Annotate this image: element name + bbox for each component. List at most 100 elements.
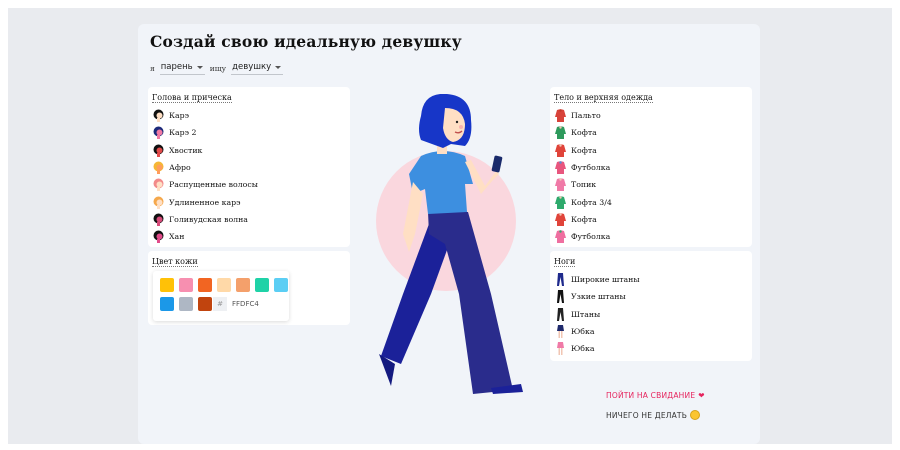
cheek — [459, 125, 463, 129]
sweater-red-2-icon — [554, 213, 567, 226]
color-swatch[interactable] — [179, 297, 193, 311]
do-nothing-button[interactable]: НИЧЕГО НЕ ДЕЛАТЬ — [606, 410, 701, 420]
list-item-label: Юбка — [571, 327, 595, 337]
list-item[interactable]: Топик — [554, 176, 612, 193]
head-panel: Голова и прическа Карэ Карэ 2 Хвостик Афро Р… — [148, 87, 350, 247]
color-swatch[interactable] — [217, 278, 231, 292]
list-item[interactable]: Штаны — [554, 306, 640, 323]
hex-input[interactable]: # FFDFC4 — [213, 297, 283, 311]
target-select-value: девушку — [232, 62, 272, 72]
skirt-2-icon — [554, 342, 567, 356]
pants-icon — [554, 307, 567, 321]
list-item[interactable]: Кофта — [554, 124, 612, 141]
go-on-date-label: ПОЙТИ НА СВИДАНИЕ — [606, 391, 696, 400]
color-swatch[interactable] — [198, 297, 212, 311]
list-item-label: Афро — [169, 163, 191, 173]
list-item-label: Широкие штаны — [571, 275, 640, 285]
body-panel: Тело и верхняя одежда Пальто Кофта Кофта Фу… — [550, 87, 752, 247]
filter-prefix: я — [150, 64, 155, 73]
list-item[interactable]: Кофта — [554, 142, 612, 159]
hash-label: # — [213, 297, 227, 311]
legs-panel: Ноги Широкие штаны Узкие штаны Штаны Юбка Юб… — [550, 251, 752, 361]
skinny-pants-icon — [554, 290, 567, 304]
list-item-label: Кофта 3/4 — [571, 197, 612, 207]
color-swatch[interactable] — [198, 278, 212, 292]
ponytail-icon — [152, 144, 165, 157]
legs-panel-title[interactable]: Ноги — [554, 257, 576, 267]
body-panel-title[interactable]: Тело и верхняя одежда — [554, 93, 653, 103]
list-item[interactable]: Кофта 3/4 — [554, 193, 612, 210]
list-item[interactable]: Карэ — [152, 107, 258, 124]
list-item-label: Узкие штаны — [571, 292, 626, 302]
list-item-label: Карэ — [169, 111, 190, 121]
head-items-list: Карэ Карэ 2 Хвостик Афро Распущенные волосы У… — [152, 107, 258, 245]
color-swatch[interactable] — [160, 278, 174, 292]
list-item-label: Футболка — [571, 232, 611, 242]
list-item[interactable]: Юбка — [554, 340, 640, 357]
hair-bob-icon — [152, 109, 165, 123]
filter-mid: ищу — [209, 64, 227, 73]
list-item[interactable]: Распущенные волосы — [152, 176, 258, 193]
list-item[interactable]: Юбка — [554, 323, 640, 340]
do-nothing-label: НИЧЕГО НЕ ДЕЛАТЬ — [606, 410, 688, 420]
list-item[interactable]: Пальто — [554, 107, 612, 124]
list-item[interactable]: Голивудская волна — [152, 211, 258, 228]
list-item[interactable]: Карэ 2 — [152, 124, 258, 141]
long-bob-icon — [152, 196, 165, 209]
sweater-icon — [554, 126, 567, 140]
list-item-label: Юбка — [571, 344, 595, 354]
page-background: Создай свою идеальную девушку я парень и… — [8, 8, 892, 444]
list-item-label: Голивудская волна — [169, 214, 248, 224]
list-item[interactable]: Афро — [152, 159, 258, 176]
color-picker: # FFDFC4 — [153, 271, 289, 321]
list-item-label: Кофта — [571, 128, 597, 138]
list-item[interactable]: Узкие штаны — [554, 288, 640, 305]
list-item-label: Кофта — [571, 145, 597, 155]
color-swatch[interactable] — [160, 297, 174, 311]
tshirt-icon — [554, 161, 567, 175]
loose-hair-icon — [152, 178, 165, 192]
color-swatch[interactable] — [255, 278, 269, 292]
list-item-label: Хан — [169, 232, 185, 242]
eye — [455, 120, 459, 124]
color-swatch[interactable] — [236, 278, 250, 292]
go-on-date-button[interactable]: ПОЙТИ НА СВИДАНИЕ ❤ — [606, 391, 705, 400]
afro-icon — [152, 161, 165, 175]
phone — [491, 155, 503, 173]
chevron-down-icon — [196, 65, 203, 69]
head-panel-title[interactable]: Голова и прическа — [152, 93, 232, 103]
gender-select-value: парень — [160, 62, 193, 72]
list-item[interactable]: Хвостик — [152, 142, 258, 159]
list-item-label: Кофта — [571, 214, 597, 224]
wide-pants-icon — [554, 273, 567, 287]
target-select[interactable]: девушку — [231, 62, 284, 75]
top-icon — [554, 178, 567, 192]
list-item[interactable]: Хан — [152, 228, 258, 245]
body-items-list: Пальто Кофта Кофта Футболка Топик Кофта 3/4 Ко… — [554, 107, 612, 245]
color-swatch[interactable] — [179, 278, 193, 292]
hair-bob-2-icon — [152, 126, 165, 140]
hollywood-wave-icon — [152, 213, 165, 226]
list-item[interactable]: Удлиненное карэ — [152, 193, 258, 210]
chevron-down-icon — [275, 65, 282, 69]
page-title: Создай свою идеальную девушку — [150, 32, 462, 51]
filter-row: я парень ищу девушку — [150, 62, 284, 75]
color-swatch[interactable] — [274, 278, 288, 292]
list-item[interactable]: Широкие штаны — [554, 271, 640, 288]
list-item-label: Штаны — [571, 309, 601, 319]
list-item-label: Футболка — [571, 163, 611, 173]
smiley-icon — [690, 410, 701, 420]
list-item[interactable]: Футболка — [554, 228, 612, 245]
list-item[interactable]: Кофта — [554, 211, 612, 228]
bun-icon — [152, 230, 165, 244]
skin-panel-title[interactable]: Цвет кожи — [152, 257, 198, 267]
list-item-label: Удлиненное карэ — [169, 197, 241, 207]
legs-items-list: Широкие штаны Узкие штаны Штаны Юбка Юбка — [554, 271, 640, 357]
gender-select[interactable]: парень — [159, 62, 205, 75]
list-item-label: Карэ 2 — [169, 128, 197, 138]
skin-panel: Цвет кожи # FFDFC4 — [148, 251, 350, 325]
list-item-label: Распущенные волосы — [169, 180, 258, 190]
sweater-34-icon — [554, 195, 567, 209]
tshirt-2-icon — [554, 230, 567, 244]
list-item[interactable]: Футболка — [554, 159, 612, 176]
